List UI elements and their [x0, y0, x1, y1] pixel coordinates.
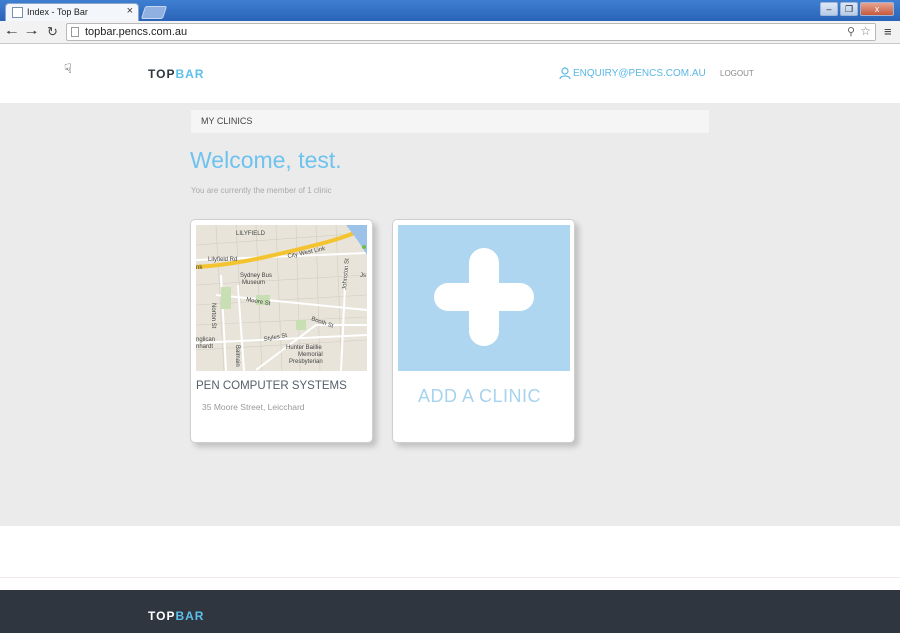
- add-clinic-tile[interactable]: [398, 225, 570, 371]
- membership-text: You are currently the member of 1 clinic: [191, 186, 332, 195]
- bookmark-star-icon[interactable]: ☆: [860, 24, 871, 38]
- browser-tab[interactable]: Index - Top Bar ×: [5, 3, 139, 21]
- search-icon[interactable]: ⚲: [847, 25, 855, 38]
- breadcrumb: MY CLINICS: [191, 110, 709, 133]
- add-clinic-label[interactable]: ADD A CLINIC: [418, 386, 541, 407]
- browser-titlebar: Index - Top Bar × – ❐ x: [0, 0, 900, 21]
- close-window-button[interactable]: x: [860, 2, 894, 16]
- hand-cursor-icon: ☟: [64, 61, 72, 76]
- brand-logo[interactable]: TOPBAR: [148, 67, 204, 81]
- clinic-name[interactable]: PEN COMPUTER SYSTEMS: [196, 380, 347, 392]
- svg-text:LILYFIELD: LILYFIELD: [236, 231, 266, 237]
- site-footer: TOPBAR: [0, 590, 900, 633]
- reload-icon[interactable]: ↻: [47, 24, 58, 40]
- address-bar[interactable]: topbar.pencs.com.au ⚲ ☆: [66, 23, 876, 41]
- footer-brand-logo[interactable]: TOPBAR: [148, 609, 204, 623]
- svg-text:Presbyterian: Presbyterian: [289, 359, 323, 365]
- window-controls: – ❐ x: [820, 2, 894, 16]
- clinic-card[interactable]: LILYFIELD Lilyfield Rd City West Link nk…: [190, 219, 373, 443]
- tab-title: Index - Top Bar: [27, 7, 88, 17]
- tab-close-icon[interactable]: ×: [127, 5, 133, 17]
- add-clinic-card[interactable]: ADD A CLINIC: [392, 219, 575, 443]
- url-text[interactable]: topbar.pencs.com.au: [85, 26, 187, 38]
- footer-brand-part-bar: BAR: [175, 609, 205, 623]
- clinic-map: LILYFIELD Lilyfield Rd City West Link nk…: [196, 225, 367, 371]
- plus-icon-bar: [434, 283, 534, 311]
- page-title: Welcome, test.: [190, 147, 342, 173]
- page-favicon-icon: [12, 7, 23, 18]
- svg-text:Balmain: Balmain: [234, 345, 240, 367]
- enquiry-link[interactable]: ENQUIRY@PENCS.COM.AU: [559, 67, 706, 79]
- svg-text:Lilyfield Rd: Lilyfield Rd: [208, 257, 237, 263]
- page-icon: [71, 27, 79, 37]
- svg-text:Js: Js: [360, 273, 366, 279]
- user-icon: [559, 67, 571, 79]
- brand-part-top: TOP: [148, 67, 176, 81]
- enquiry-email[interactable]: ENQUIRY@PENCS.COM.AU: [573, 68, 706, 79]
- svg-text:Hunter Baillie: Hunter Baillie: [286, 345, 322, 351]
- main-content: MY CLINICS Welcome, test. You are curren…: [0, 103, 900, 526]
- new-tab-button[interactable]: [140, 6, 168, 19]
- svg-text:Memorial: Memorial: [298, 352, 323, 358]
- footer-divider: [0, 577, 900, 578]
- svg-text:nk: nk: [196, 265, 203, 271]
- browser-toolbar: 🠐 🠒 ↻ topbar.pencs.com.au ⚲ ☆ ≡: [0, 21, 900, 44]
- back-arrow-icon[interactable]: 🠐: [6, 24, 17, 46]
- svg-text:Sydney Bus: Sydney Bus: [240, 273, 272, 279]
- svg-text:Norton St: Norton St: [210, 303, 216, 329]
- forward-arrow-icon[interactable]: 🠒: [26, 24, 37, 46]
- svg-text:Museum: Museum: [242, 280, 265, 286]
- logout-link[interactable]: LOGOUT: [720, 69, 754, 78]
- clinic-address: 35 Moore Street, Leicchard: [202, 402, 305, 412]
- site-header: ☟ TOPBAR ENQUIRY@PENCS.COM.AU LOGOUT: [0, 45, 900, 103]
- svg-text:nglican: nglican: [196, 337, 215, 343]
- restore-button[interactable]: ❐: [840, 2, 858, 16]
- menu-icon[interactable]: ≡: [884, 24, 892, 39]
- minimize-button[interactable]: –: [820, 2, 838, 16]
- brand-part-bar: BAR: [175, 67, 205, 81]
- footer-brand-part-top: TOP: [148, 609, 176, 623]
- svg-text:nhardt: nhardt: [196, 344, 213, 350]
